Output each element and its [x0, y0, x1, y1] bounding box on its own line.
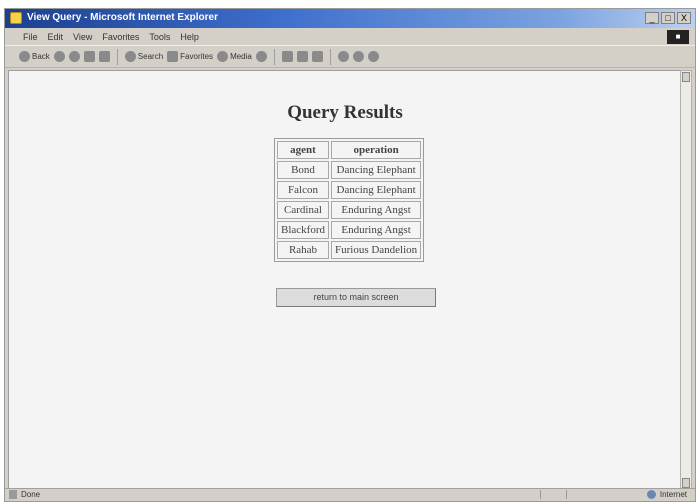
mail-button[interactable]: [281, 51, 293, 62]
table-row: Cardinal Enduring Angst: [277, 201, 422, 219]
forward-button[interactable]: [53, 51, 65, 62]
star-icon: [167, 51, 179, 62]
table-header-row: agent operation: [277, 141, 422, 159]
operation-cell: Enduring Angst: [330, 201, 422, 219]
agent-cell: Bond: [277, 161, 329, 179]
stop-button[interactable]: [68, 51, 80, 62]
refresh-button[interactable]: [83, 51, 95, 62]
search-label: Search: [137, 52, 164, 61]
menu-tools[interactable]: Tools: [144, 32, 175, 42]
agent-cell: Cardinal: [277, 201, 329, 219]
toolbar-divider: [116, 48, 118, 65]
page-content: Query Results agent operation Bond Danci…: [8, 70, 682, 490]
status-text: Done: [21, 490, 41, 499]
agent-cell: Rahab: [277, 241, 329, 259]
ie-logo-icon: [10, 12, 22, 24]
operation-cell: Furious Dandelion: [330, 241, 422, 259]
security-zone: Internet: [646, 490, 687, 499]
toolbar-divider: [329, 48, 331, 65]
stop-icon: [68, 51, 80, 62]
window-title: View Query - Microsoft Internet Explorer: [27, 12, 218, 23]
back-button[interactable]: Back: [19, 51, 50, 62]
windows-logo-icon: ■: [667, 30, 689, 44]
status-panel: [566, 490, 591, 499]
forward-arrow-icon: [53, 51, 65, 62]
return-to-main-button[interactable]: return to main screen: [276, 288, 436, 307]
table-row: Falcon Dancing Elephant: [277, 181, 422, 199]
window-controls: _ □ X: [645, 12, 691, 24]
page-title: Query Results: [287, 102, 403, 123]
results-table: agent operation Bond Dancing Elephant Fa…: [274, 138, 425, 262]
operation-cell: Dancing Elephant: [330, 181, 422, 199]
favorites-button[interactable]: Favorites: [167, 51, 213, 62]
maximize-button[interactable]: □: [661, 12, 675, 24]
print-button[interactable]: [296, 51, 308, 62]
discuss-button[interactable]: [337, 51, 349, 62]
back-label: Back: [32, 52, 50, 61]
messenger-button[interactable]: [352, 51, 364, 62]
media-icon: [217, 51, 229, 62]
history-icon: [255, 51, 267, 62]
media-label: Media: [230, 52, 252, 61]
operation-cell: Enduring Angst: [330, 221, 422, 239]
browser-window: View Query - Microsoft Internet Explorer…: [4, 8, 696, 502]
scroll-down-icon[interactable]: [682, 478, 690, 488]
home-icon: [98, 51, 110, 62]
printer-icon: [296, 51, 308, 62]
menu-view[interactable]: View: [68, 32, 97, 42]
menu-favorites[interactable]: Favorites: [97, 32, 144, 42]
refresh-icon: [83, 51, 95, 62]
page-icon: [9, 490, 17, 499]
back-arrow-icon: [19, 51, 30, 62]
title-bar: View Query - Microsoft Internet Explorer…: [5, 9, 695, 28]
favorites-label: Favorites: [180, 52, 214, 61]
table-row: Rahab Furious Dandelion: [277, 241, 422, 259]
status-bar: Done Internet: [5, 488, 695, 501]
globe-icon: [646, 490, 656, 499]
home-button[interactable]: [98, 51, 110, 62]
menu-edit[interactable]: Edit: [43, 32, 69, 42]
column-header-agent: agent: [277, 141, 329, 159]
menu-help[interactable]: Help: [175, 32, 204, 42]
scroll-up-icon[interactable]: [682, 72, 690, 82]
close-button[interactable]: X: [677, 12, 691, 24]
menu-file[interactable]: File: [5, 32, 43, 42]
vertical-scrollbar[interactable]: [680, 70, 692, 490]
research-icon: [367, 51, 379, 62]
edit-button[interactable]: [311, 51, 323, 62]
status-text-area: Done: [9, 490, 40, 499]
operation-cell: Dancing Elephant: [330, 161, 422, 179]
edit-icon: [311, 51, 323, 62]
minimize-button[interactable]: _: [645, 12, 659, 24]
zone-label: Internet: [659, 490, 687, 499]
agent-cell: Falcon: [277, 181, 329, 199]
toolbar-divider: [273, 48, 275, 65]
discuss-icon: [337, 51, 349, 62]
search-button[interactable]: Search: [124, 51, 164, 62]
mail-icon: [281, 51, 293, 62]
research-button[interactable]: [367, 51, 379, 62]
history-button[interactable]: [255, 51, 267, 62]
table-row: Bond Dancing Elephant: [277, 161, 422, 179]
menu-bar: File Edit View Favorites Tools Help ■: [5, 29, 695, 46]
status-panel: [540, 490, 565, 499]
toolbar: Back Search Favorites Media: [5, 46, 695, 68]
search-icon: [124, 51, 136, 62]
table-row: Blackford Enduring Angst: [277, 221, 422, 239]
column-header-operation: operation: [330, 141, 422, 159]
media-button[interactable]: Media: [217, 51, 252, 62]
agent-cell: Blackford: [277, 221, 329, 239]
messenger-icon: [352, 51, 364, 62]
